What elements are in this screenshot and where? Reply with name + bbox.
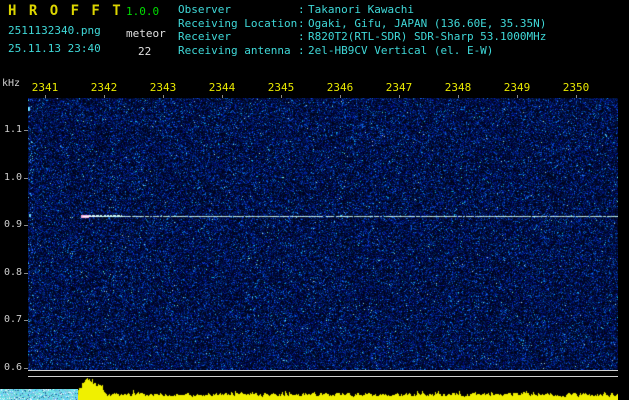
mode-label: meteor [126, 27, 166, 40]
signal-strength-canvas [28, 377, 618, 400]
time-tick-label: 2347 [385, 81, 413, 94]
time-tick-label: 2342 [90, 81, 118, 94]
freq-tick-label: 0.7 [3, 314, 22, 325]
freq-tick-label: 0.9 [3, 219, 22, 230]
info-row-observer: Observer: Takanori Kawachi [178, 3, 546, 17]
time-axis: 2341 2342 2343 2344 2345 2346 2347 2348 2349 2350 [0, 81, 629, 99]
info-value: Ogaki, Gifu, JAPAN (136.60E, 35.35N) [308, 16, 547, 30]
colon-separator: : [298, 3, 305, 16]
info-value: Takanori Kawachi [308, 3, 414, 16]
freq-tick-label: 1.0 [3, 172, 22, 183]
freq-tick-label: 1.1 [3, 124, 22, 135]
info-value: 2el-HB9CV Vertical (el. E-W) [308, 43, 494, 57]
freq-axis: 1.1 1.0 0.9 0.8 0.7 0.6 [0, 0, 28, 400]
time-tick-label: 2350 [562, 81, 590, 94]
info-row-receiving-antenna: Receiving antenna:2el-HB9CV Vertical (el… [178, 44, 546, 58]
time-tick-label: 2348 [444, 81, 472, 94]
meteor-count: 22 [138, 45, 152, 58]
time-tick-label: 2346 [326, 81, 354, 94]
hrofft-window: H R O F F T 1.0.0 2511132340.png meteor … [0, 0, 629, 400]
info-row-receiver: Receiver: R820T2(RTL-SDR) SDR-Sharp 53.10… [178, 30, 546, 44]
info-label: Observer [178, 3, 231, 16]
colon-separator: : [298, 43, 305, 57]
info-label: Receiving antenna [178, 43, 291, 57]
freq-tick-label: 0.6 [3, 362, 22, 373]
time-tick-label: 2341 [31, 81, 59, 94]
spectrogram-canvas [28, 98, 618, 370]
corner-level-block [0, 389, 78, 400]
time-tick-label: 2349 [503, 81, 531, 94]
freq-tick-label: 0.8 [3, 267, 22, 278]
time-tick-label: 2344 [208, 81, 236, 94]
time-tick-label: 2345 [267, 81, 295, 94]
app-version: 1.0.0 [126, 5, 160, 18]
info-label: Receiver [178, 30, 231, 43]
time-tick-label: 2343 [149, 81, 177, 94]
station-info: Observer: Takanori Kawachi Receiving Loca… [178, 3, 546, 57]
separator-line-upper [28, 370, 618, 371]
info-row-receiving-location: Receiving Location: Ogaki, Gifu, JAPAN (1… [178, 17, 546, 31]
info-label: Receiving Location [178, 16, 298, 30]
info-value: R820T2(RTL-SDR) SDR-Sharp 53.1000MHz [308, 30, 547, 43]
colon-separator: : [298, 16, 305, 30]
colon-separator: : [298, 30, 305, 43]
